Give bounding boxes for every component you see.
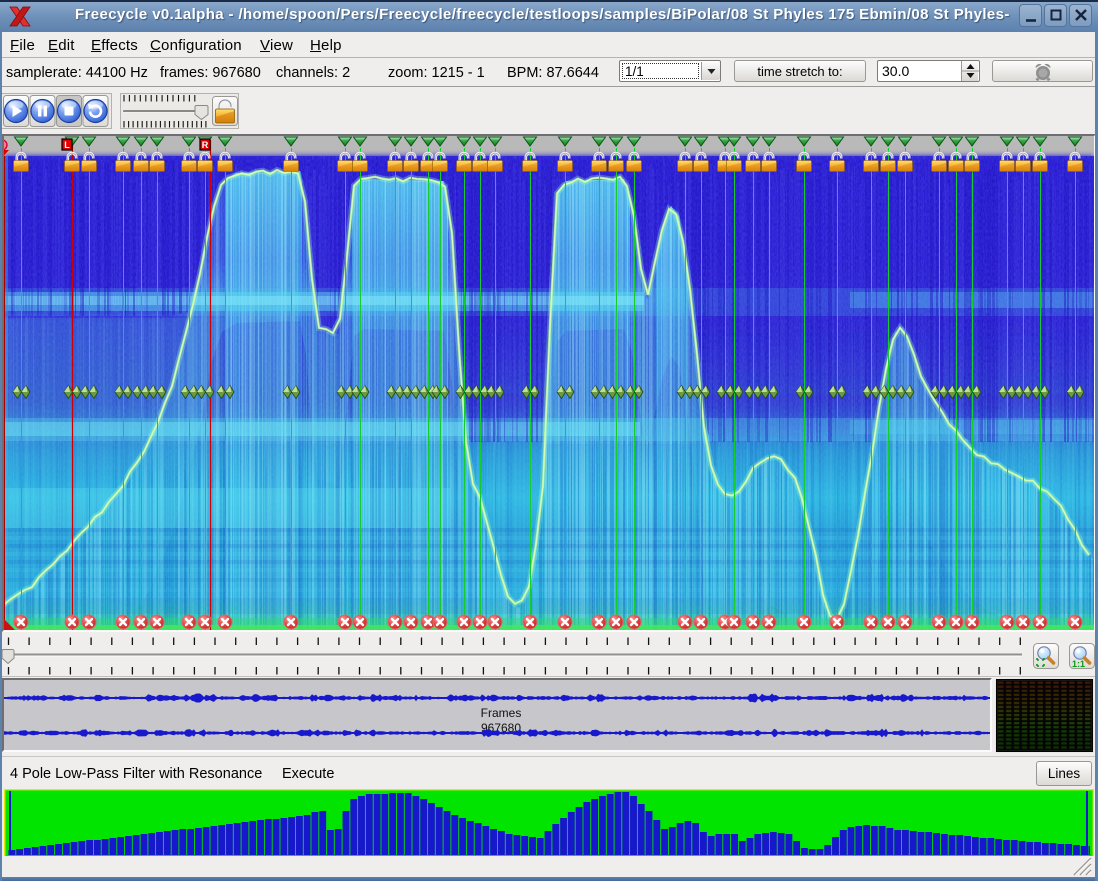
svg-text:Frames: Frames [481,706,522,720]
svg-text:L: L [64,140,70,150]
svg-text:R: R [202,140,209,150]
svg-text:1:1: 1:1 [1072,659,1085,669]
